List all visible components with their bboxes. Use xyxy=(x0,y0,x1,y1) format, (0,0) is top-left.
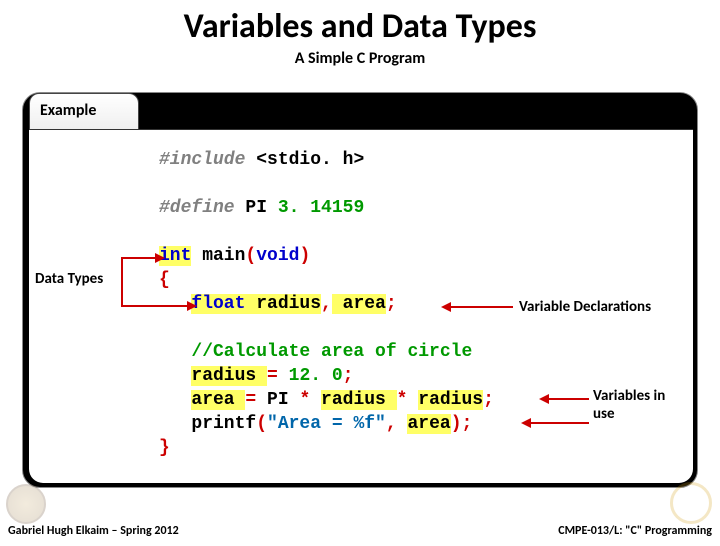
arrow-head-dt-float xyxy=(187,301,197,311)
arrow-dt-float xyxy=(121,305,189,307)
rparen2: ) xyxy=(451,414,462,434)
tok-area2: area xyxy=(407,414,450,434)
arrow-dt-vert xyxy=(121,257,123,307)
include-lib: <stdio. h> xyxy=(245,150,364,170)
footer-author: Gabriel Hugh Elkaim – Spring 2012 xyxy=(8,524,179,538)
page-subtitle: A Simple C Program xyxy=(0,49,720,68)
semi4: ; xyxy=(462,414,473,434)
arrow-dt-int xyxy=(121,257,157,259)
tok-area: area xyxy=(191,390,245,410)
panel-body: #include <stdio. h> #define PI 3. 14159 … xyxy=(29,129,693,483)
comma: , xyxy=(321,294,332,314)
arrow-viu1 xyxy=(547,398,589,400)
tok-pi: PI xyxy=(267,390,299,410)
define-directive: #define xyxy=(159,198,235,218)
star2: * xyxy=(397,390,419,410)
lparen2: ( xyxy=(256,414,267,434)
semi2: ; xyxy=(343,366,354,386)
eq2: = xyxy=(245,390,267,410)
ucsc-logo-icon xyxy=(660,480,720,528)
define-name: PI xyxy=(235,198,278,218)
label-vars-in-use: Variables in use xyxy=(593,387,665,423)
arrow-viu2 xyxy=(529,422,589,424)
example-panel: Example #include <stdio. h> #define PI 3… xyxy=(22,92,698,488)
num-12: 12. 0 xyxy=(289,366,343,386)
semi: ; xyxy=(386,294,397,314)
arrow-head-vd xyxy=(441,302,451,312)
arrow-head-viu1 xyxy=(539,394,549,404)
star1: * xyxy=(299,390,321,410)
tab-example: Example xyxy=(29,93,139,129)
arrow-head-viu2 xyxy=(521,418,531,428)
include-directive: #include xyxy=(159,150,245,170)
vars-in-use-line2: use xyxy=(593,405,615,423)
kw-void: void xyxy=(256,246,299,266)
page-title: Variables and Data Types xyxy=(0,6,720,47)
fn-printf: printf xyxy=(191,414,256,434)
footer-course: CMPE-013/L: "C" Programming xyxy=(558,524,712,538)
semi3: ; xyxy=(483,390,494,410)
arrow-vd xyxy=(449,306,513,308)
string-literal: "Area = %f" xyxy=(267,414,386,434)
tok-radius3: radius xyxy=(418,390,483,410)
label-var-decl: Variable Declarations xyxy=(519,298,651,316)
lbrace: { xyxy=(159,270,170,290)
comment: //Calculate area of circle xyxy=(191,342,472,362)
soe-seal-icon xyxy=(0,482,46,528)
eq: = xyxy=(267,366,289,386)
arrow-head-dt-int xyxy=(155,253,165,263)
var-area: area xyxy=(332,294,386,314)
rparen: ) xyxy=(299,246,310,266)
vars-in-use-line1: Variables in xyxy=(593,387,665,405)
label-data-types: Data Types xyxy=(35,270,103,288)
tok-radius2: radius xyxy=(321,390,397,410)
define-value: 3. 14159 xyxy=(278,198,364,218)
kw-float: float xyxy=(191,294,245,314)
comma2: , xyxy=(386,414,408,434)
tok-radius: radius xyxy=(191,366,267,386)
var-radius: radius xyxy=(245,294,321,314)
rbrace: } xyxy=(159,438,170,458)
lparen: ( xyxy=(245,246,256,266)
fn-main: main xyxy=(191,246,245,266)
